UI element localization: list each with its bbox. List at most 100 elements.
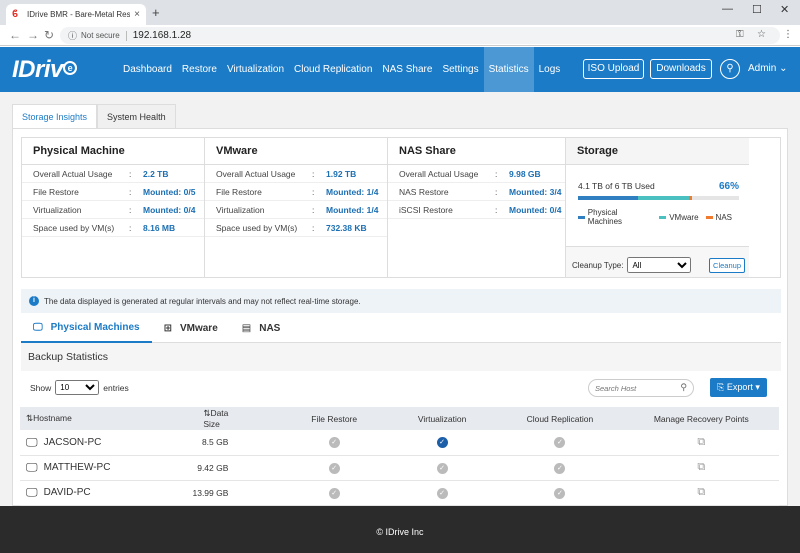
search-host-input[interactable]	[589, 380, 677, 396]
iso-upload-button[interactable]: ISO Upload	[583, 59, 644, 79]
summary-row: File Restore: Mounted: 1/4	[205, 183, 387, 201]
physical-machine-card: Physical Machine Overall Actual Usage: 2.…	[22, 138, 205, 277]
legend-nas: NAS	[705, 208, 732, 226]
summary-row: iSCSI Restore: Mounted: 0/4	[388, 201, 565, 219]
col-data-size[interactable]: ⇅Data Size	[167, 407, 281, 430]
lightbulb-icon[interactable]: ⚲	[720, 59, 740, 79]
back-icon[interactable]: ←	[9, 28, 21, 42]
entries-select[interactable]: 10	[55, 380, 100, 395]
row-colon: :	[129, 187, 132, 197]
maximize-icon[interactable]: ☐	[752, 3, 762, 16]
nav-cloud-replication[interactable]: Cloud Replication	[289, 47, 377, 92]
window-close-icon[interactable]: ✕	[780, 3, 789, 16]
monitor-icon: 🖵	[33, 322, 43, 333]
tab-system-health[interactable]: System Health	[97, 104, 176, 128]
browser-tab[interactable]: ϐ IDrive BMR - Bare-Metal Restore ×	[6, 4, 146, 25]
row-value[interactable]: Mounted: 3/4	[509, 183, 561, 200]
search-icon[interactable]: ⚲	[680, 382, 687, 393]
omnibox-divider	[125, 30, 127, 41]
hostname-cell: 🖵 MATTHEW-PC	[20, 455, 168, 481]
row-value: 9.98 GB	[509, 169, 541, 179]
admin-menu[interactable]: Admin ⌄	[748, 63, 788, 74]
tab-storage-insights[interactable]: Storage Insights	[12, 104, 98, 128]
new-tab-icon[interactable]: +	[152, 5, 160, 20]
legend-label: Physical Machines	[587, 208, 623, 226]
row-value[interactable]: Mounted: 0/4	[509, 201, 561, 218]
reload-icon[interactable]: ↻	[44, 28, 54, 42]
virtualization-cell: ✓	[388, 430, 497, 456]
summary-row: NAS Restore: Mounted: 3/4	[388, 183, 565, 201]
cleanup-type-label: Cleanup Type:	[572, 260, 624, 270]
row-label: iSCSI Restore	[399, 205, 453, 215]
table-header-row: ⇅Hostname ⇅Data Size File Restore Virtua…	[20, 407, 779, 430]
url-text[interactable]: 192.168.1.28	[133, 30, 191, 41]
summary-row: File Restore: Mounted: 0/5	[22, 183, 204, 201]
hostname-cell: 🖵 JACSON-PC	[20, 430, 168, 456]
nav-statistics[interactable]: Statistics	[483, 47, 534, 92]
row-colon: :	[129, 205, 132, 215]
cleanup-button[interactable]: Cleanup	[709, 257, 745, 273]
cloud-replication-cell: ✓	[496, 480, 624, 506]
row-colon: :	[129, 223, 132, 233]
downloads-button[interactable]: Downloads	[650, 59, 712, 79]
tab-vmware[interactable]: ⊞ VMware	[152, 315, 230, 343]
row-value[interactable]: Mounted: 0/5	[143, 183, 195, 200]
idrive-favicon-icon: ϐ	[12, 8, 19, 20]
address-bar: ← → ↻ ⓘ Not secure 192.168.1.28 ⚿ ☆ ⋮	[0, 25, 800, 46]
omnibox[interactable]: ⓘ Not secure 192.168.1.28	[60, 27, 780, 44]
col-hostname[interactable]: ⇅Hostname	[20, 407, 168, 430]
vmware-title: VMware	[205, 138, 387, 165]
row-value: 2.2 TB	[143, 169, 169, 179]
nav-logs[interactable]: Logs	[534, 47, 566, 92]
cleanup-type-select[interactable]: All	[627, 257, 692, 273]
tab-nas[interactable]: ▤ NAS	[230, 315, 293, 343]
row-value[interactable]: Mounted: 1/4	[326, 183, 378, 200]
hostname: MATTHEW-PC	[43, 462, 111, 473]
forward-icon[interactable]: →	[27, 28, 39, 42]
storage-percent: 66%	[718, 181, 739, 192]
nav-restore[interactable]: Restore	[177, 47, 222, 92]
info-icon[interactable]: ⓘ	[68, 29, 77, 42]
storage-legend: Physical Machines VMware NAS	[578, 208, 739, 226]
col-manage-recovery-points: Manage Recovery Points	[623, 407, 779, 430]
tab-physical-machines[interactable]: 🖵 Physical Machines	[21, 315, 152, 343]
row-colon: :	[495, 187, 498, 197]
recovery-points-icon[interactable]: ⧉	[697, 436, 705, 448]
nav-settings[interactable]: Settings	[437, 47, 483, 92]
cleanup-row: Cleanup Type: All Cleanup	[566, 247, 749, 273]
search-host: ⚲	[588, 379, 694, 397]
browser-tabbar: ϐ IDrive BMR - Bare-Metal Restore × + — …	[0, 0, 800, 25]
manage-recovery-cell: ⧉	[623, 455, 779, 481]
nav-nas-share[interactable]: NAS Share	[377, 47, 437, 92]
tab-label: NAS	[259, 323, 281, 334]
minimize-icon[interactable]: —	[722, 3, 733, 15]
data-size-cell: 13.99 GB	[167, 480, 281, 506]
nav-dashboard[interactable]: Dashboard	[118, 47, 177, 92]
recovery-points-icon[interactable]: ⧉	[697, 486, 705, 498]
export-button[interactable]: ⎘ Export ▾	[710, 378, 767, 397]
cloud-replication-check-icon: ✓	[554, 462, 566, 474]
header-label: Hostname	[33, 413, 72, 423]
bookmark-star-icon[interactable]: ☆	[757, 29, 766, 40]
file-restore-cell: ✓	[280, 455, 389, 481]
row-colon: :	[312, 205, 315, 215]
key-icon[interactable]: ⚿	[736, 29, 744, 40]
nav-virtualization[interactable]: Virtualization	[222, 47, 289, 92]
row-value[interactable]: Mounted: 0/4	[143, 201, 195, 218]
row-label: File Restore	[33, 187, 79, 197]
legend-label: NAS	[715, 212, 732, 222]
bar-segment-physical	[578, 196, 638, 200]
col-file-restore: File Restore	[280, 407, 389, 430]
storage-usage-bar	[578, 196, 739, 200]
nas-share-card: NAS Share Overall Actual Usage: 9.98 GB N…	[388, 138, 566, 277]
bar-segment-vmware	[637, 196, 690, 200]
recovery-points-icon[interactable]: ⧉	[697, 461, 705, 473]
show-entries: Show 10 entries	[30, 380, 129, 395]
virtualization-check-icon[interactable]: ✓	[436, 437, 448, 449]
idrive-logo[interactable]: IDriv e	[12, 56, 77, 84]
browser-menu-icon[interactable]: ⋮	[783, 29, 793, 40]
bar-segment-nas	[689, 196, 693, 200]
logo-e-mark: e	[62, 61, 77, 75]
tab-close-icon[interactable]: ×	[134, 9, 140, 20]
row-value[interactable]: Mounted: 1/4	[326, 201, 378, 218]
